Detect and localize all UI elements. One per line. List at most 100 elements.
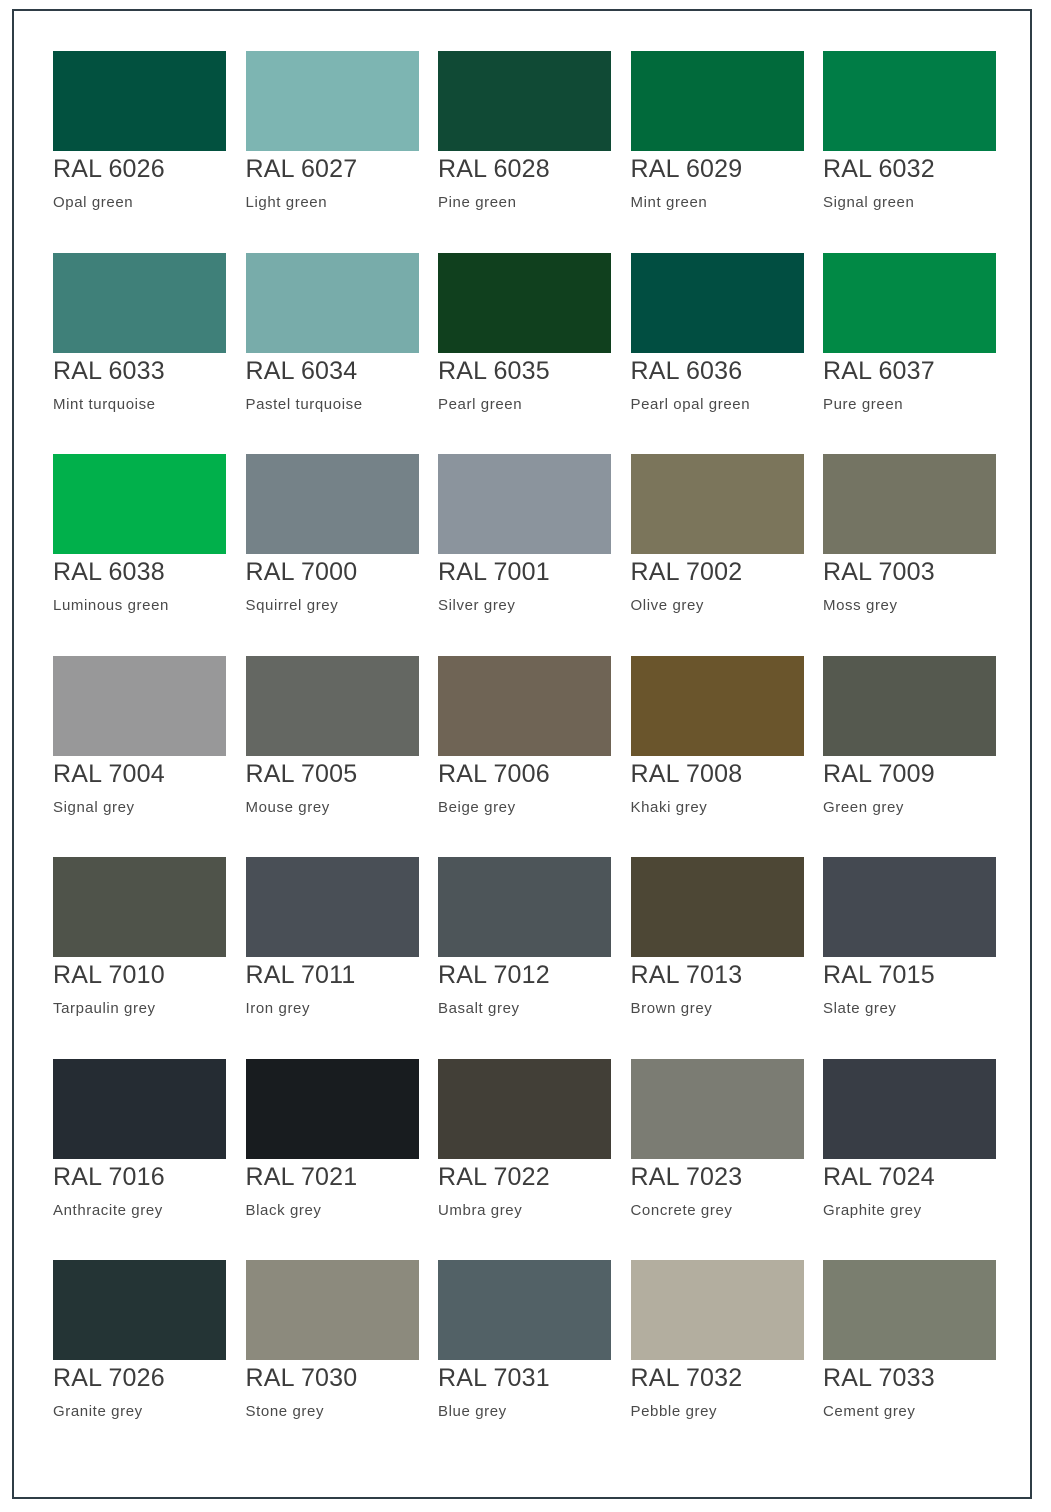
- color-card: RAL 7012 Basalt grey: [438, 857, 611, 1059]
- color-swatch: [245, 454, 419, 554]
- color-name: Green grey: [823, 798, 905, 816]
- color-name: Mint turquoise: [53, 395, 156, 413]
- ral-code: RAL 6029: [630, 155, 743, 183]
- color-swatch: [630, 1058, 804, 1159]
- color-name: Opal green: [53, 194, 134, 211]
- color-swatch: [630, 1260, 804, 1360]
- color-swatch: [823, 655, 996, 756]
- color-swatch: [630, 51, 804, 151]
- color-card: RAL 7016 Anthracite grey: [53, 1058, 226, 1261]
- color-card: RAL 7002 Olive grey: [630, 454, 804, 656]
- color-name: Olive grey: [630, 597, 705, 614]
- color-swatch: [245, 1058, 419, 1159]
- color-swatch: [823, 1260, 996, 1360]
- color-name: Cement grey: [823, 1403, 916, 1420]
- color-swatch: [438, 454, 611, 554]
- ral-code: RAL 7013: [630, 961, 743, 989]
- color-name: Concrete grey: [630, 1201, 733, 1219]
- color-card: RAL 7021 Black grey: [245, 1058, 419, 1261]
- color-swatch: [823, 51, 996, 151]
- color-swatch: [245, 252, 419, 353]
- color-swatch: [53, 454, 226, 554]
- color-card: RAL 7009 Green grey: [823, 655, 996, 858]
- ral-code: RAL 7001: [438, 558, 550, 586]
- color-card: RAL 6035 Pearl green: [438, 252, 611, 455]
- color-swatch: [245, 655, 419, 756]
- color-card: RAL 7015 Slate grey: [823, 857, 996, 1059]
- color-card: RAL 7033 Cement grey: [823, 1260, 996, 1462]
- color-card: RAL 6036 Pearl opal green: [630, 252, 804, 455]
- color-card: RAL 6038 Luminous green: [53, 454, 226, 656]
- color-card: RAL 7032 Pebble grey: [630, 1260, 804, 1462]
- ral-code: RAL 6032: [823, 155, 935, 183]
- color-name: Basalt grey: [438, 1000, 520, 1017]
- color-card: RAL 7013 Brown grey: [630, 857, 804, 1059]
- color-name: Pearl opal green: [630, 395, 751, 413]
- color-name: Graphite grey: [823, 1201, 922, 1219]
- ral-code: RAL 7021: [245, 1162, 358, 1191]
- color-swatch: [53, 655, 226, 756]
- color-swatch: [630, 857, 804, 957]
- color-card: RAL 7010 Tarpaulin grey: [53, 857, 226, 1059]
- color-name: Light green: [245, 194, 328, 211]
- color-card: RAL 6032 Signal green: [823, 51, 996, 253]
- color-card: RAL 7004 Signal grey: [53, 655, 226, 858]
- color-name: Khaki grey: [630, 798, 708, 816]
- color-name: Luminous green: [53, 597, 169, 614]
- color-card: RAL 6034 Pastel turquoise: [245, 252, 419, 455]
- ral-code: RAL 6035: [438, 356, 550, 385]
- color-card: RAL 7011 Iron grey: [245, 857, 419, 1059]
- color-name: Black grey: [245, 1201, 322, 1219]
- color-card: RAL 7026 Granite grey: [53, 1260, 226, 1462]
- color-swatch: [630, 454, 804, 554]
- ral-code: RAL 7010: [53, 961, 165, 989]
- ral-code: RAL 7032: [630, 1364, 743, 1392]
- ral-code: RAL 6033: [53, 356, 165, 385]
- color-swatch: [630, 252, 804, 353]
- color-swatch: [438, 655, 611, 756]
- ral-code: RAL 7009: [823, 759, 935, 788]
- color-swatch: [438, 51, 611, 151]
- color-name: Iron grey: [245, 1000, 311, 1017]
- color-name: Pearl green: [438, 395, 523, 413]
- color-swatch: [630, 655, 804, 756]
- color-name: Granite grey: [53, 1403, 143, 1420]
- color-swatch: [53, 857, 226, 957]
- color-name: Mint green: [630, 194, 708, 211]
- color-name: Pebble grey: [630, 1403, 718, 1420]
- ral-code: RAL 7022: [438, 1162, 550, 1191]
- color-card: RAL 6028 Pine green: [438, 51, 611, 253]
- color-card: RAL 7022 Umbra grey: [438, 1058, 611, 1261]
- color-card: RAL 7030 Stone grey: [245, 1260, 419, 1462]
- ral-code: RAL 7024: [823, 1162, 935, 1191]
- color-card: RAL 7003 Moss grey: [823, 454, 996, 656]
- color-name: Moss grey: [823, 597, 898, 614]
- ral-code: RAL 7003: [823, 558, 935, 586]
- color-swatch: [245, 51, 419, 151]
- ral-code: RAL 7004: [53, 759, 165, 788]
- color-name: Umbra grey: [438, 1201, 523, 1219]
- color-swatch: [438, 252, 611, 353]
- color-card: RAL 7001 Silver grey: [438, 454, 611, 656]
- color-swatch: [438, 857, 611, 957]
- color-name: Pastel turquoise: [245, 395, 363, 413]
- ral-code: RAL 7015: [823, 961, 935, 989]
- color-name: Anthracite grey: [53, 1201, 163, 1219]
- color-name: Brown grey: [630, 1000, 713, 1017]
- ral-code: RAL 7016: [53, 1162, 165, 1191]
- color-name: Pure green: [823, 395, 904, 413]
- ral-code: RAL 6027: [245, 155, 358, 183]
- color-name: Blue grey: [438, 1403, 507, 1420]
- color-name: Tarpaulin grey: [53, 1000, 156, 1017]
- ral-code: RAL 6037: [823, 356, 935, 385]
- color-chart-frame: RAL 6026 Opal green RAL 6027 Light green…: [12, 9, 1032, 1499]
- ral-code: RAL 7030: [245, 1364, 358, 1392]
- color-card: RAL 6026 Opal green: [53, 51, 226, 253]
- color-swatch: [823, 857, 996, 957]
- color-swatch: [438, 1260, 611, 1360]
- ral-code: RAL 7011: [245, 961, 356, 989]
- ral-code: RAL 7012: [438, 961, 550, 989]
- color-card: RAL 6029 Mint green: [630, 51, 804, 253]
- color-name: Stone grey: [245, 1403, 325, 1420]
- ral-code: RAL 6026: [53, 155, 165, 183]
